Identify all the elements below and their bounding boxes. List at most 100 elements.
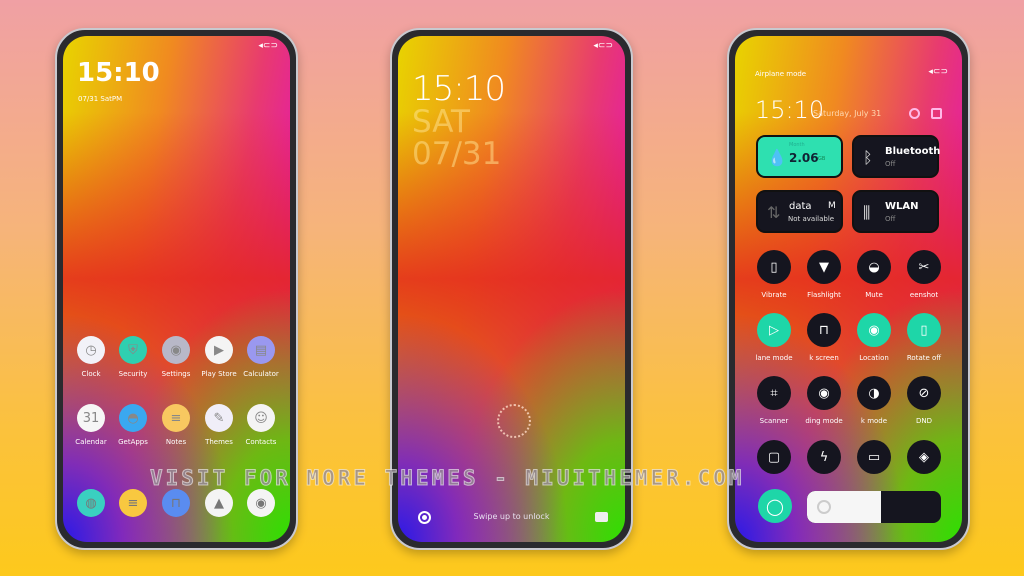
mobile-data-extra: M	[828, 201, 836, 211]
bluetooth-tile[interactable]: ᛒ Bluetooth Off	[852, 135, 940, 178]
edit-icon[interactable]	[931, 108, 942, 119]
swipe-hint: Swipe up to unlock	[473, 512, 550, 521]
watermark: VISIT FOR MORE THEMES - MIUITHEMER.COM	[149, 466, 745, 491]
toggle-share[interactable]: ◈	[899, 440, 949, 481]
brightness-slider[interactable]	[807, 491, 941, 523]
toggle-dark-mode[interactable]: ◑ k mode	[849, 376, 899, 425]
mute-icon: ◒	[857, 250, 891, 284]
assistant-button[interactable]: ◯	[758, 489, 792, 523]
mobile-data-state: Not available	[788, 215, 835, 223]
toggle-cast[interactable]: ▭	[849, 440, 899, 481]
app-calendar[interactable]: 31 Calendar	[70, 404, 112, 446]
data-unit: GB	[818, 156, 826, 162]
toggle-vibrate[interactable]: ▯ Vibrate	[749, 250, 799, 299]
fingerprint-icon[interactable]	[497, 404, 531, 438]
gallery-icon: ▲	[205, 489, 233, 517]
toggle-reading-mode[interactable]: ◉ ding mode	[799, 376, 849, 425]
bluetooth-icon: ᛒ	[863, 148, 873, 167]
wlan-state: Off	[885, 215, 896, 223]
getapps-icon: ◓	[119, 404, 147, 432]
app-contacts[interactable]: ☺ Contacts	[240, 404, 282, 446]
chat-icon: ≡	[119, 489, 147, 517]
toggle-rotate[interactable]: ▯ Rotate off	[899, 313, 949, 362]
settings-icon: ◉	[162, 336, 190, 364]
toggle-scissors[interactable]: ✂ eenshot	[899, 250, 949, 299]
mobile-data-title: data	[789, 201, 812, 212]
toggle-lightning[interactable]: ϟ	[799, 440, 849, 481]
brightness-icon	[817, 500, 831, 514]
scanner-icon: ⌗	[757, 376, 791, 410]
mobile-data-icon: ⇅	[767, 203, 781, 222]
wlan-tile[interactable]: ⫼ WLAN Off	[852, 190, 939, 233]
dock-app[interactable]: ◍	[70, 489, 112, 517]
app-settings[interactable]: ◉ Settings	[155, 336, 197, 378]
scissors-icon: ✂	[907, 250, 941, 284]
dnd-icon: ⊘	[907, 376, 941, 410]
toggle-lock[interactable]: ⊓ k screen	[799, 313, 849, 362]
dock-app[interactable]: ▲	[198, 489, 240, 517]
app-label: Notes	[165, 438, 187, 446]
app-label: Contacts	[245, 438, 277, 446]
calculator-icon: ▤	[247, 336, 275, 364]
toggle-scanner[interactable]: ⌗ Scanner	[749, 376, 799, 425]
app-getapps[interactable]: ◓ GetApps	[112, 404, 154, 446]
status-icons: ◂⊂⊃	[928, 67, 948, 77]
lock-clock: 15:10	[412, 69, 506, 109]
bluetooth-state: Off	[885, 160, 896, 168]
status-icons: ◂⊂⊃	[258, 41, 278, 51]
app-play-store[interactable]: ▶ Play Store	[198, 336, 240, 378]
toggle-label: eenshot	[909, 291, 939, 299]
home-clock: 15:10	[77, 58, 160, 88]
clock-icon: ◷	[77, 336, 105, 364]
dock-app[interactable]: ◉	[240, 489, 282, 517]
mobile-data-tile[interactable]: ⇅ data M Not available	[756, 190, 843, 233]
toggle-label: k mode	[860, 417, 888, 425]
toggle-airplane[interactable]: ▷ lane mode	[749, 313, 799, 362]
lock-date: 07/31	[412, 136, 502, 172]
app-label: Calculator	[243, 370, 279, 378]
messages-icon: ◍	[77, 489, 105, 517]
control-center: Airplane mode ◂⊂⊃ 15:10 Saturday, July 3…	[735, 36, 962, 542]
settings-icon[interactable]	[909, 108, 920, 119]
toggle-label: k screen	[809, 354, 839, 362]
wlan-title: WLAN	[885, 201, 919, 212]
toggle-dnd[interactable]: ⊘ DND	[899, 376, 949, 425]
lock-app-icon: ⊓	[162, 489, 190, 517]
toggle-battery[interactable]: ▢	[749, 440, 799, 481]
cc-date: Saturday, July 31	[813, 109, 882, 118]
toggle-label: Flashlight	[807, 291, 841, 299]
wlan-icon: ⫼	[863, 203, 871, 222]
water-drop-icon: 💧	[767, 148, 787, 167]
toggle-label: Rotate off	[906, 354, 942, 362]
toggle-flashlight[interactable]: ▼ Flashlight	[799, 250, 849, 299]
app-label: Security	[118, 370, 148, 378]
toggle-label: Vibrate	[761, 291, 787, 299]
dock-app[interactable]: ⊓	[155, 489, 197, 517]
toggle-label: DND	[915, 417, 933, 425]
shield-icon: ⛨	[119, 336, 147, 364]
camera-shortcut-icon[interactable]	[595, 512, 608, 522]
data-value: 2.06	[789, 151, 819, 165]
app-clock[interactable]: ◷ Clock	[70, 336, 112, 378]
toggle-location[interactable]: ◉ Location	[849, 313, 899, 362]
data-usage-tile[interactable]: 💧 Month 2.06 GB	[756, 135, 843, 178]
reading-mode-icon: ◉	[807, 376, 841, 410]
app-label: Themes	[205, 438, 233, 446]
app-notes[interactable]: ≡ Notes	[155, 404, 197, 446]
app-security[interactable]: ⛨ Security	[112, 336, 154, 378]
airplane-icon: ▷	[757, 313, 791, 347]
rotate-icon: ▯	[907, 313, 941, 347]
app-themes[interactable]: ✎ Themes	[198, 404, 240, 446]
dark-mode-icon: ◑	[857, 376, 891, 410]
status-icons: ◂⊂⊃	[593, 41, 613, 51]
dock-app[interactable]: ≡	[112, 489, 154, 517]
app-label: Play Store	[201, 370, 237, 378]
toggle-mute[interactable]: ◒ Mute	[849, 250, 899, 299]
contacts-icon: ☺	[247, 404, 275, 432]
location-icon: ◉	[857, 313, 891, 347]
home-date: 07/31 SatPM	[78, 95, 123, 103]
battery-icon: ▢	[757, 440, 791, 474]
app-calculator[interactable]: ▤ Calculator	[240, 336, 282, 378]
lock-icon: ⊓	[807, 313, 841, 347]
toggle-label: Location	[859, 354, 889, 362]
